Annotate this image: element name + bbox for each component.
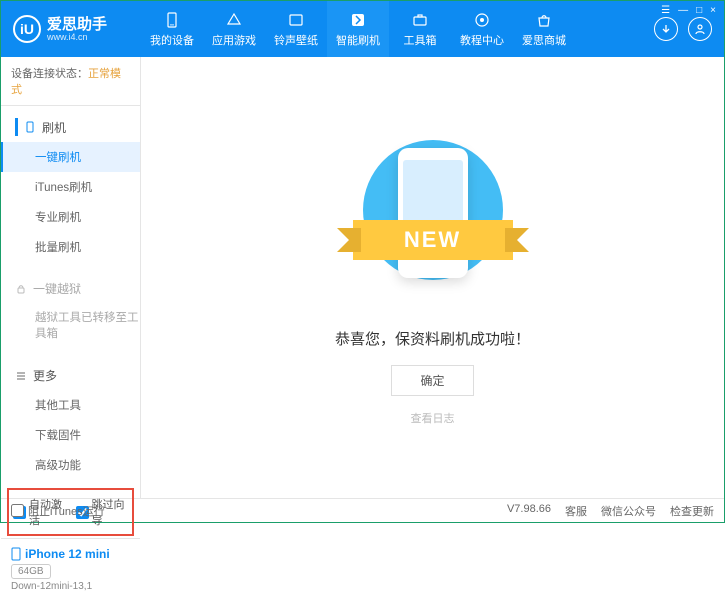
nav-ringtone-wallpaper[interactable]: 铃声壁纸 [265, 1, 327, 57]
connection-status-row: 设备连接状态：正常模式 [1, 57, 140, 106]
nav-label: 我的设备 [150, 32, 194, 48]
maximize-button[interactable]: □ [696, 5, 702, 16]
download-button[interactable] [654, 17, 678, 41]
store-icon [535, 11, 553, 29]
minimize-button[interactable]: — [678, 5, 688, 16]
sidebar-item-other-tools[interactable]: 其他工具 [1, 390, 140, 420]
nav-my-device[interactable]: 我的设备 [141, 1, 203, 57]
menu-icon [15, 370, 27, 382]
success-illustration: NEW [343, 130, 523, 310]
checkbox-block-itunes[interactable]: 阻止iTunes运行 [11, 503, 105, 519]
nav-tutorials[interactable]: 教程中心 [451, 1, 513, 57]
section-title: 更多 [33, 367, 57, 384]
sidebar-item-download-firmware[interactable]: 下载固件 [1, 420, 140, 450]
body: 设备连接状态：正常模式 刷机 一键刷机 iTunes刷机 专业刷机 批量刷机 一… [1, 57, 724, 498]
sidebar-item-advanced[interactable]: 高级功能 [1, 450, 140, 480]
conn-label: 设备连接状态： [11, 68, 88, 80]
flash-icon [349, 11, 367, 29]
toolbox-icon [411, 11, 429, 29]
nav-label: 智能刷机 [336, 32, 380, 48]
version-label: V7.98.66 [507, 503, 551, 519]
confirm-button[interactable]: 确定 [391, 365, 473, 396]
section-title: 一键越狱 [33, 280, 81, 297]
app-title: 爱思助手 [47, 17, 107, 32]
nav-store[interactable]: 爱思商城 [513, 1, 575, 57]
logo: iU 爱思助手 www.i4.cn [13, 15, 141, 43]
account-button[interactable] [688, 17, 712, 41]
accent-bar [15, 118, 18, 136]
nav-label: 教程中心 [460, 32, 504, 48]
apps-icon [225, 11, 243, 29]
sidebar-item-oneclick-flash[interactable]: 一键刷机 [1, 142, 140, 172]
section-head-flash[interactable]: 刷机 [1, 112, 140, 142]
section-more: 更多 其他工具 下载固件 高级功能 [1, 355, 140, 486]
device-sub: Down-12mini-13,1 [11, 581, 130, 592]
section-head-jailbreak: 一键越狱 [1, 274, 140, 303]
check-update-link[interactable]: 检查更新 [670, 503, 714, 519]
device-name: iPhone 12 mini [11, 547, 130, 561]
section-head-more[interactable]: 更多 [1, 361, 140, 390]
nav-smart-flash[interactable]: 智能刷机 [327, 1, 389, 57]
close-button[interactable]: × [710, 5, 716, 16]
lock-icon [15, 283, 27, 295]
settings-icon[interactable]: ☰ [661, 5, 670, 16]
flash-head-icon [24, 121, 36, 133]
main-content: NEW 恭喜您，保资料刷机成功啦！ 确定 查看日志 [141, 57, 724, 498]
sidebar-item-batch-flash[interactable]: 批量刷机 [1, 232, 140, 262]
sidebar: 设备连接状态：正常模式 刷机 一键刷机 iTunes刷机 专业刷机 批量刷机 一… [1, 57, 141, 498]
section-flash: 刷机 一键刷机 iTunes刷机 专业刷机 批量刷机 [1, 106, 140, 268]
nav-toolbox[interactable]: 工具箱 [389, 1, 451, 57]
storage-badge: 64GB [11, 564, 51, 579]
logo-badge: iU [13, 15, 41, 43]
device-block[interactable]: iPhone 12 mini 64GB Down-12mini-13,1 [1, 538, 140, 600]
sidebar-item-pro-flash[interactable]: 专业刷机 [1, 202, 140, 232]
tutorial-icon [473, 11, 491, 29]
device-phone-icon [11, 547, 21, 561]
view-log-link[interactable]: 查看日志 [411, 410, 455, 426]
nav-label: 应用游戏 [212, 32, 256, 48]
phone-icon [163, 11, 181, 29]
nav-label: 爱思商城 [522, 32, 566, 48]
service-link[interactable]: 客服 [565, 503, 587, 519]
new-ribbon: NEW [353, 220, 513, 260]
section-jailbreak: 一键越狱 越狱工具已转移至工具箱 [1, 268, 140, 355]
wallpaper-icon [287, 11, 305, 29]
checkbox-label: 阻止iTunes运行 [28, 503, 105, 519]
section-title: 刷机 [42, 119, 66, 136]
header: iU 爱思助手 www.i4.cn 我的设备 应用游戏 铃声壁纸 智能刷机 工具… [1, 1, 724, 57]
nav-label: 铃声壁纸 [274, 32, 318, 48]
window-controls: ☰ — □ × [661, 5, 716, 16]
success-message: 恭喜您，保资料刷机成功啦！ [335, 328, 530, 349]
header-right [654, 17, 712, 41]
top-nav: 我的设备 应用游戏 铃声壁纸 智能刷机 工具箱 教程中心 爱思商城 [141, 1, 654, 57]
nav-apps-games[interactable]: 应用游戏 [203, 1, 265, 57]
jailbreak-note: 越狱工具已转移至工具箱 [1, 303, 140, 349]
sidebar-item-itunes-flash[interactable]: iTunes刷机 [1, 172, 140, 202]
app-url: www.i4.cn [47, 32, 107, 42]
footer-right: V7.98.66 客服 微信公众号 检查更新 [507, 503, 714, 519]
nav-label: 工具箱 [404, 32, 437, 48]
wechat-link[interactable]: 微信公众号 [601, 503, 656, 519]
